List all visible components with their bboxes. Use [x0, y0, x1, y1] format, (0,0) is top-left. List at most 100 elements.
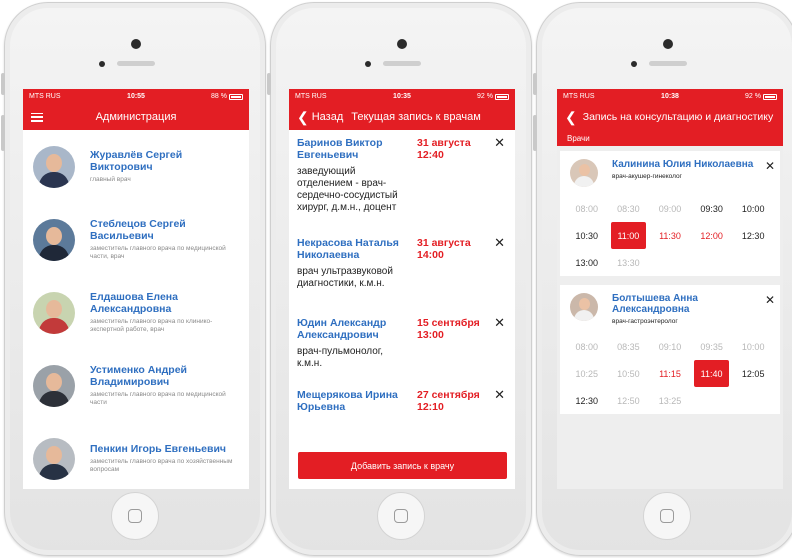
doctor-specialty: врач-гастроэнтеролог — [612, 318, 678, 325]
time-slot[interactable]: 12:30 — [732, 222, 774, 249]
admin-name[interactable]: Журавлёв Сергей Викторович — [90, 149, 241, 173]
phone-camera — [663, 39, 673, 49]
time-slot: 08:35 — [617, 341, 640, 352]
back-button[interactable]: Назад — [312, 111, 344, 123]
time-slot[interactable]: 10:00 — [732, 195, 774, 222]
time-slot: 09:35 — [700, 341, 723, 352]
admin-role: заместитель главного врача по хозяйствен… — [90, 458, 233, 473]
page-title: Текущая запись к врачам — [351, 111, 481, 123]
admin-role: заместитель главного врача по медицинско… — [90, 391, 226, 406]
admin-name[interactable]: Пенкин Игорь Евгеньевич — [90, 443, 241, 455]
admin-name[interactable]: Стеблецов Сергей Васильевич — [90, 218, 241, 242]
add-appointment-button[interactable]: Добавить запись к врачу — [298, 452, 507, 479]
admin-list-item[interactable]: Журавлёв Сергей Викторович главный врач — [23, 130, 249, 203]
phone-camera — [131, 39, 141, 49]
screen-appointments: MTS RUS 10:35 92 % ❮ Назад Текущая запис… — [289, 89, 515, 489]
time-slot: 09:10 — [658, 341, 682, 352]
doctor-description: заведующий отделением - врач-сердечно-со… — [297, 166, 398, 213]
time-slot: 13:25 — [658, 395, 682, 406]
back-chevron-icon[interactable]: ❮ — [297, 110, 309, 124]
screen-administration: MTS RUS 10:55 88 % Администрация Журавлё… — [23, 89, 249, 489]
time-slot: 12:50 — [617, 395, 640, 406]
close-icon[interactable]: ✕ — [494, 135, 505, 151]
time-slot[interactable]: 11:40 — [693, 360, 730, 387]
close-icon[interactable]: ✕ — [494, 387, 505, 403]
phone-side-button — [267, 73, 271, 95]
admin-role: заместитель главного врача по клинико-эк… — [90, 318, 213, 333]
close-icon[interactable]: ✕ — [765, 293, 775, 307]
phone-sensor — [365, 61, 371, 67]
close-icon[interactable]: ✕ — [494, 235, 505, 251]
doctor-name[interactable]: Мещерякова Ирина Юрьевна — [297, 389, 409, 413]
nav-bar: ❮ Назад Текущая запись к врачам — [289, 104, 515, 130]
battery-icon — [763, 93, 777, 100]
doctor-list: Калинина Юлия Николаевна врач-акушер-гине… — [560, 151, 780, 414]
doctor-description: врач-пульмонолог, к.м.н. — [297, 346, 384, 369]
status-bar: MTS RUS 10:55 88 % — [23, 89, 249, 104]
home-button[interactable] — [643, 492, 691, 540]
avatar — [570, 293, 598, 321]
time-slot: 09:00 — [658, 203, 682, 214]
time-slot[interactable]: 09:30 — [691, 195, 733, 222]
status-bar: MTS RUS 10:35 92 % — [289, 89, 515, 104]
close-icon[interactable]: ✕ — [765, 159, 775, 173]
home-button[interactable] — [377, 492, 425, 540]
time-slot[interactable]: 12:05 — [732, 360, 774, 387]
page-title: Администрация — [95, 111, 177, 123]
hamburger-menu-icon[interactable] — [31, 112, 43, 122]
time-slot[interactable]: 12:00 — [691, 222, 733, 249]
time-slot-grid: 08:00 08:30 09:00 09:30 10:00 10:30 11:00 11:30… — [566, 195, 774, 276]
phone-speaker — [649, 61, 687, 66]
time-slot[interactable]: 13:00 — [566, 249, 608, 276]
doctor-name[interactable]: Болтышева Анна Александровна — [612, 293, 774, 315]
admin-name[interactable]: Елдашова Елена Александровна — [90, 291, 241, 315]
appointment-item: Некрасова Наталья Николаевна врач ультраз… — [297, 230, 507, 310]
admin-list-item[interactable]: Елдашова Елена Александровна заместитель … — [23, 276, 249, 349]
time-slot: 08:00 — [575, 341, 599, 352]
time-slot[interactable]: 11:15 — [649, 360, 691, 387]
doctor-card: Болтышева Анна Александровна врач-гастроэ… — [560, 285, 780, 414]
admin-list-item[interactable]: Устименко Андрей Владимирович заместитель… — [23, 349, 249, 422]
doctor-name[interactable]: Некрасова Наталья Николаевна — [297, 237, 409, 261]
doctor-card: Калинина Юлия Николаевна врач-акушер-гине… — [560, 151, 780, 276]
admin-list-item[interactable]: Стеблецов Сергей Васильевич заместитель г… — [23, 203, 249, 276]
battery-icon — [229, 93, 243, 100]
appointment-item: Юдин Александр Александрович врач-пульмон… — [297, 310, 507, 382]
admin-role: главный врач — [90, 176, 131, 183]
back-chevron-icon[interactable]: ❮ — [565, 110, 577, 124]
section-subtitle: Врачи — [557, 130, 783, 146]
admin-role: заместитель главного врача по медицинско… — [90, 245, 226, 260]
status-time: 10:35 — [393, 93, 411, 100]
time-slot[interactable]: 12:30 — [566, 387, 608, 414]
time-slot[interactable]: 10:30 — [566, 222, 608, 249]
doctor-name[interactable]: Баринов Виктор Евгеньевич — [297, 137, 409, 161]
home-button[interactable] — [111, 492, 159, 540]
screen-booking: MTS RUS 10:38 92 % ❮ Запись на консульта… — [557, 89, 783, 489]
nav-bar: Администрация — [23, 104, 249, 130]
appointment-item: Мещерякова Ирина Юрьевна 27 сентября 12:1… — [297, 382, 507, 422]
admin-list-item[interactable]: Пенкин Игорь Евгеньевич заместитель главн… — [23, 422, 249, 489]
time-slot[interactable]: 11:00 — [610, 222, 647, 249]
nav-bar: ❮ Запись на консультацию и диагностику — [557, 104, 783, 130]
appointment-item: Баринов Виктор Евгеньевич заведующий отде… — [297, 130, 507, 230]
time-slot[interactable]: 11:30 — [649, 222, 691, 249]
doctor-name[interactable]: Юдин Александр Александрович — [297, 317, 409, 341]
phone-speaker — [383, 61, 421, 66]
doctor-name[interactable]: Калинина Юлия Николаевна — [612, 159, 753, 170]
phone-side-button — [533, 115, 537, 151]
status-bar: MTS RUS 10:38 92 % — [557, 89, 783, 104]
avatar — [33, 218, 75, 261]
time-slot: 10:50 — [617, 368, 640, 379]
close-icon[interactable]: ✕ — [494, 315, 505, 331]
phone-sensor — [631, 61, 637, 67]
appointment-date: 31 августа 14:00 — [417, 237, 471, 261]
avatar — [33, 437, 75, 480]
phone-frame-administration: MTS RUS 10:55 88 % Администрация Журавлё… — [1, 2, 266, 556]
doctor-schedule-area: Калинина Юлия Николаевна врач-акушер-гине… — [557, 146, 783, 489]
avatar — [33, 145, 75, 188]
appointment-list: Баринов Виктор Евгеньевич заведующий отде… — [289, 130, 515, 422]
avatar — [33, 291, 75, 334]
appointment-date: 27 сентября 12:10 — [417, 389, 480, 413]
admin-name[interactable]: Устименко Андрей Владимирович — [90, 364, 241, 388]
time-slot: 08:00 — [575, 203, 599, 214]
